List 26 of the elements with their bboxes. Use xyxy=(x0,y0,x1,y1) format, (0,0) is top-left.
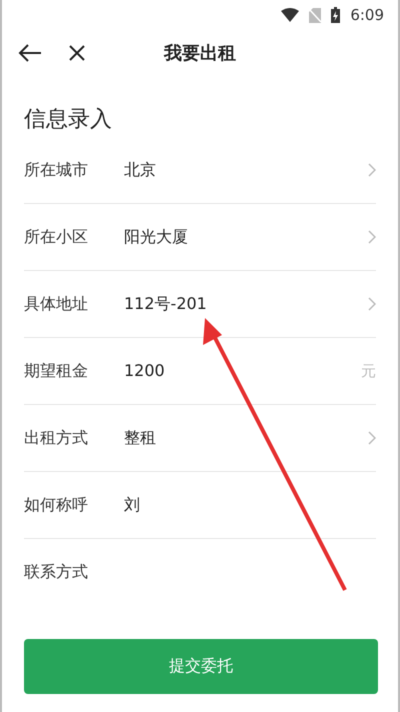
unit-label: 元 xyxy=(361,362,376,380)
field-value: 整租 xyxy=(124,428,157,448)
field-label: 期望租金 xyxy=(24,360,89,382)
clock-time: 6:09 xyxy=(350,6,384,24)
field-label: 所在小区 xyxy=(24,226,89,248)
chevron-right-icon[interactable] xyxy=(368,230,376,244)
battery-charging-icon xyxy=(331,7,340,23)
field-value: 阳光大厦 xyxy=(124,226,189,248)
field-value: 北京 xyxy=(124,160,157,180)
field-value[interactable]: 刘 xyxy=(124,494,376,516)
field-label: 具体地址 xyxy=(24,294,89,314)
chevron-right-icon[interactable] xyxy=(368,431,376,445)
field-label: 联系方式 xyxy=(24,562,89,582)
no-sim-icon xyxy=(309,8,322,22)
chevron-right-icon[interactable] xyxy=(368,297,376,311)
section-title: 信息录入 xyxy=(23,106,113,134)
close-icon[interactable] xyxy=(68,44,86,62)
field-label: 出租方式 xyxy=(24,428,89,448)
field-value: 112号-201 xyxy=(124,294,208,314)
field-label: 如何称呼 xyxy=(24,494,89,516)
back-arrow-icon[interactable] xyxy=(18,44,42,62)
field-value[interactable]: 1200 xyxy=(124,361,361,381)
page-title: 我要出租 xyxy=(164,42,236,65)
field-label: 所在城市 xyxy=(24,160,89,180)
chevron-right-icon[interactable] xyxy=(368,163,376,177)
wifi-icon xyxy=(281,8,300,22)
